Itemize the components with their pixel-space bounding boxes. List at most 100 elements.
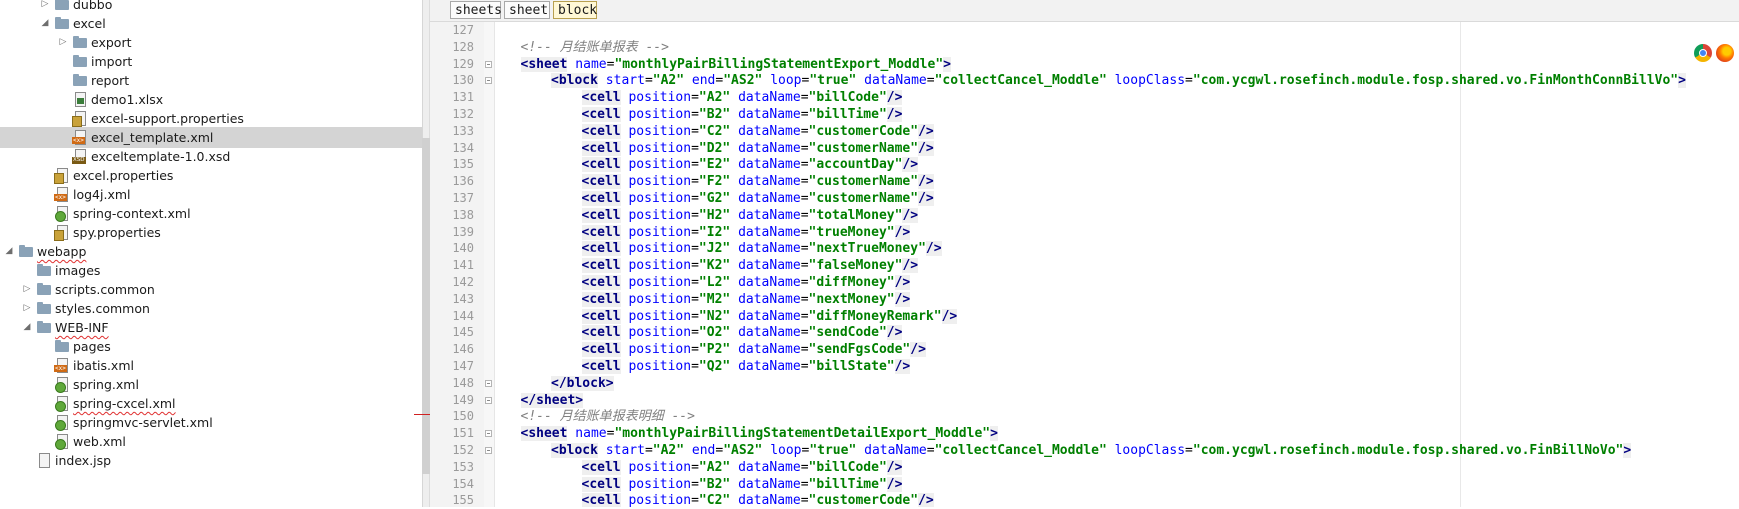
code-line[interactable]: <sheet name="monthlyPairBillingStatement… xyxy=(494,56,1739,73)
tree-item[interactable]: ibatis.xml xyxy=(0,355,422,376)
xml-file-icon xyxy=(54,358,70,373)
breadcrumb-sheet[interactable]: sheet xyxy=(504,1,550,19)
spring-xml-icon xyxy=(54,377,70,393)
fold-toggle-icon[interactable] xyxy=(485,430,492,438)
tree-item[interactable]: spring-cxcel.xml xyxy=(0,393,422,414)
code-line[interactable]: <cell position="D2" dataName="customerNa… xyxy=(494,140,1739,157)
line-number: 141 xyxy=(452,258,474,273)
tree-item[interactable]: log4j.xml xyxy=(0,184,422,205)
code-line[interactable]: <!-- 月结账单报表 --> xyxy=(494,39,1739,56)
folder-icon xyxy=(54,0,70,12)
line-number: 131 xyxy=(452,90,474,105)
tree-item[interactable]: demo1.xlsx xyxy=(0,89,422,110)
line-number: 137 xyxy=(452,191,474,205)
code-line[interactable]: <cell position="B2" dataName="billTime"/… xyxy=(494,476,1739,493)
firefox-icon[interactable] xyxy=(1716,44,1734,62)
code-line[interactable]: <cell position="C2" dataName="customerCo… xyxy=(494,123,1739,140)
code-editor[interactable]: <!-- 月结账单报表 --> <sheet name="monthlyPairB… xyxy=(494,22,1739,507)
tree-item[interactable]: ◢ webapp xyxy=(0,241,422,262)
tree-item[interactable]: web.xml xyxy=(0,431,422,452)
tree-item-label: index.jsp xyxy=(55,453,112,468)
code-line[interactable] xyxy=(494,22,1739,39)
line-number: 130 xyxy=(452,73,474,88)
xml-file-icon xyxy=(54,187,70,202)
breadcrumb-block[interactable]: block xyxy=(553,1,597,19)
line-number: 136 xyxy=(452,174,474,189)
tree-item[interactable]: spy.properties xyxy=(0,222,422,243)
line-number: 154 xyxy=(452,476,474,491)
code-line[interactable]: <cell position="Q2" dataName="billState"… xyxy=(494,358,1739,375)
tree-item[interactable]: import xyxy=(0,51,422,72)
code-line[interactable]: <cell position="L2" dataName="diffMoney"… xyxy=(494,274,1739,291)
expanded-arrow-icon[interactable]: ◢ xyxy=(39,13,51,34)
tree-item[interactable]: spring.xml xyxy=(0,374,422,395)
code-line[interactable]: <cell position="F2" dataName="customerNa… xyxy=(494,173,1739,190)
fold-toggle-icon[interactable] xyxy=(485,396,492,404)
tree-item-label: demo1.xlsx xyxy=(91,92,164,107)
tree-item-label: exceltemplate-1.0.xsd xyxy=(91,149,231,164)
code-line[interactable]: <cell position="O2" dataName="sendCode"/… xyxy=(494,324,1739,341)
folder-icon xyxy=(72,73,88,88)
xlsx-file-icon xyxy=(72,92,88,107)
folder-icon xyxy=(36,282,52,297)
code-line[interactable]: <cell position="A2" dataName="billCode"/… xyxy=(494,459,1739,476)
tree-item[interactable]: ◢ WEB-INF xyxy=(0,317,422,338)
collapsed-arrow-icon[interactable]: ▷ xyxy=(21,279,33,300)
fold-toggle-icon[interactable] xyxy=(485,77,492,85)
chrome-icon[interactable] xyxy=(1694,44,1712,62)
tree-item[interactable]: ▷ scripts.common xyxy=(0,279,422,300)
file-icon xyxy=(36,453,52,468)
code-line[interactable]: <cell position="J2" dataName="nextTrueMo… xyxy=(494,240,1739,257)
code-line[interactable]: <cell position="N2" dataName="diffMoneyR… xyxy=(494,308,1739,325)
folder-icon xyxy=(54,339,70,354)
tree-scrollbar-thumb[interactable] xyxy=(422,138,430,474)
tree-item[interactable]: index.jsp xyxy=(0,450,422,471)
tree-item[interactable]: excel-support.properties xyxy=(0,108,422,129)
code-line[interactable]: <!-- 月结账单报表明细 --> xyxy=(494,408,1739,425)
code-line[interactable]: <sheet name="monthlyPairBillingStatement… xyxy=(494,425,1739,442)
collapsed-arrow-icon[interactable]: ▷ xyxy=(21,298,33,319)
code-line[interactable]: </sheet> xyxy=(494,392,1739,409)
fold-toggle-icon[interactable] xyxy=(485,447,492,454)
code-line[interactable]: <cell position="G2" dataName="customerNa… xyxy=(494,190,1739,207)
code-line[interactable]: <cell position="P2" dataName="sendFgsCod… xyxy=(494,341,1739,358)
code-line[interactable]: <cell position="C2" dataName="customerCo… xyxy=(494,492,1739,507)
tree-item[interactable]: images xyxy=(0,260,422,281)
expanded-arrow-icon[interactable]: ◢ xyxy=(3,241,15,262)
code-line[interactable]: <cell position="A2" dataName="billCode"/… xyxy=(494,89,1739,106)
tree-item[interactable]: ▷ export xyxy=(0,32,422,53)
code-line[interactable]: <cell position="E2" dataName="accountDay… xyxy=(494,156,1739,173)
tree-item[interactable]: ▷ styles.common xyxy=(0,298,422,319)
tree-item[interactable]: report xyxy=(0,70,422,91)
line-number: 132 xyxy=(452,107,474,121)
tree-item-label: report xyxy=(91,73,130,88)
code-line[interactable]: <cell position="M2" dataName="nextMoney"… xyxy=(494,291,1739,308)
breadcrumb-sheets[interactable]: sheets xyxy=(450,1,502,19)
fold-toggle-icon[interactable] xyxy=(485,379,492,387)
folder-icon xyxy=(72,35,88,50)
code-line[interactable]: <block start="A2" end="AS2" loop="true" … xyxy=(494,72,1739,89)
tree-item-label: ibatis.xml xyxy=(73,358,134,373)
tree-item[interactable]: springmvc-servlet.xml xyxy=(0,412,422,433)
code-line[interactable]: </block> xyxy=(494,375,1739,392)
code-line[interactable]: <cell position="K2" dataName="falseMoney… xyxy=(494,257,1739,274)
tree-item[interactable]: ◢ excel xyxy=(0,13,422,34)
line-number: 127 xyxy=(452,23,474,37)
properties-file-icon xyxy=(54,168,70,184)
tree-item[interactable]: spring-context.xml xyxy=(0,203,422,224)
tree-item[interactable]: pages xyxy=(0,336,422,357)
code-line[interactable]: <cell position="B2" dataName="billTime"/… xyxy=(494,106,1739,123)
tree-item[interactable]: exceltemplate-1.0.xsd xyxy=(0,146,422,167)
code-line[interactable]: <cell position="I2" dataName="trueMoney"… xyxy=(494,224,1739,241)
code-line[interactable]: <cell position="H2" dataName="totalMoney… xyxy=(494,207,1739,224)
code-line[interactable]: <block start="A2" end="AS2" loop="true" … xyxy=(494,442,1739,459)
tree-item[interactable]: excel_template.xml xyxy=(0,127,422,148)
spring-xml-icon xyxy=(54,434,70,450)
collapsed-arrow-icon[interactable]: ▷ xyxy=(57,32,69,53)
error-marker xyxy=(414,414,430,415)
tree-item[interactable]: excel.properties xyxy=(0,165,422,186)
tree-item-label: import xyxy=(91,54,133,69)
expanded-arrow-icon[interactable]: ◢ xyxy=(21,317,33,338)
spring-xml-icon xyxy=(54,396,70,412)
fold-toggle-icon[interactable] xyxy=(485,60,492,68)
